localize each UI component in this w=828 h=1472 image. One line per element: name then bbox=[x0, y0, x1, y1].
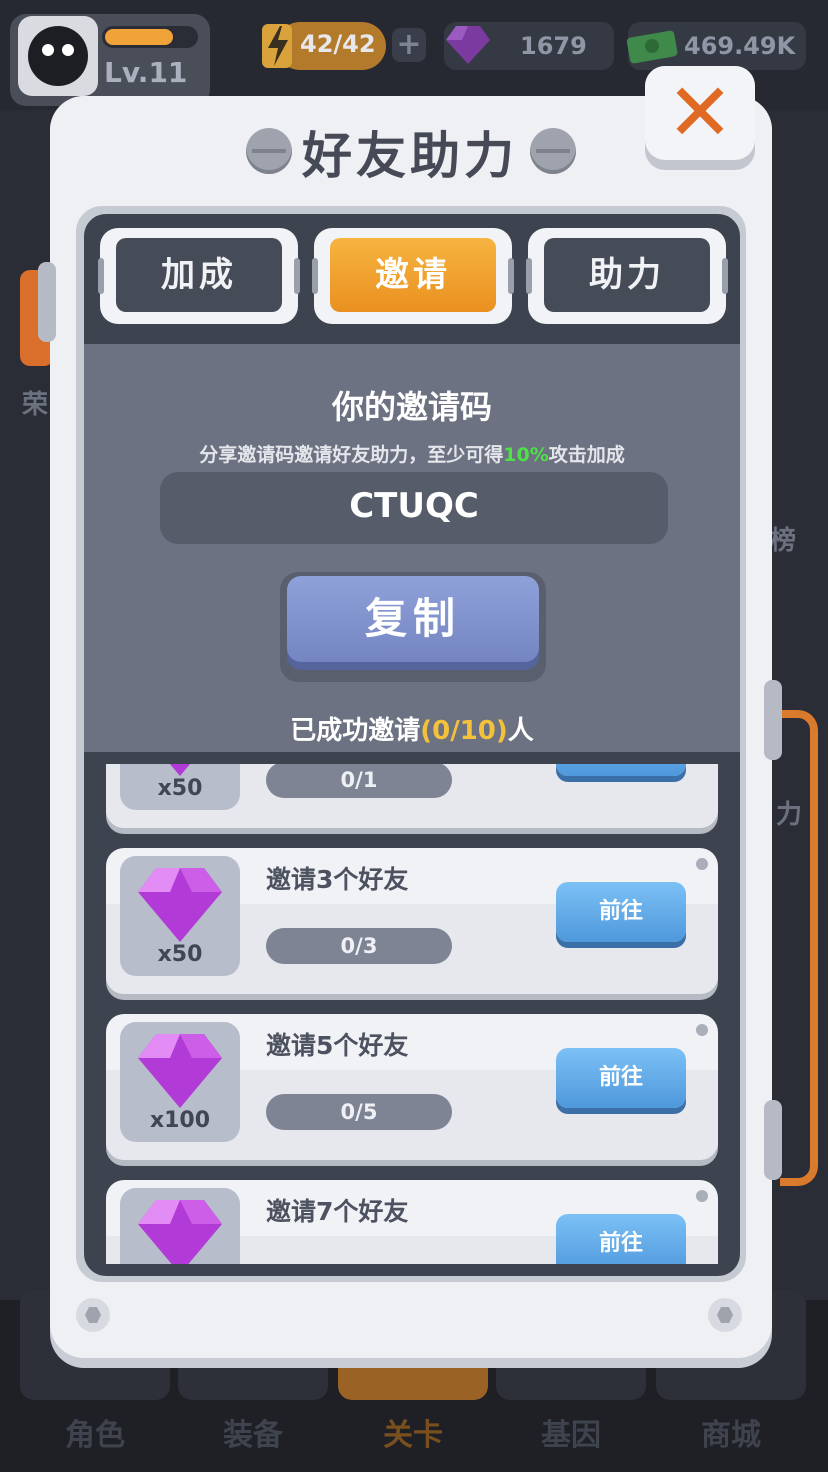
dialog-title: 好友助力 bbox=[302, 127, 518, 185]
task-progress: 0/1 bbox=[266, 764, 452, 798]
go-button[interactable]: 前往 bbox=[556, 1048, 686, 1108]
task-card: x100 邀请5个好友 0/5 前往 bbox=[106, 1014, 718, 1160]
energy-text: 42/42 bbox=[300, 30, 376, 58]
invited-count-value: (0/10) bbox=[420, 716, 508, 746]
nav-label-stage: 关卡 bbox=[383, 1418, 443, 1453]
invite-description: 分享邀请码邀请好友助力，至少可得10%攻击加成 bbox=[199, 444, 625, 466]
close-button[interactable]: ✕ bbox=[645, 66, 755, 170]
cash-icon bbox=[626, 30, 678, 64]
task-card: x50 邀请3个好友 0/3 前往 bbox=[106, 848, 718, 994]
footer-bolt-left bbox=[76, 1298, 110, 1332]
task-title: 邀请5个好友 bbox=[266, 1031, 409, 1060]
xp-bar-fill bbox=[105, 29, 173, 45]
dialog-clip-right-lower bbox=[764, 1100, 782, 1180]
dialog-clip-right bbox=[764, 680, 782, 760]
tab-invite[interactable]: 邀请 bbox=[312, 228, 514, 324]
add-energy-button[interactable]: + bbox=[392, 28, 426, 62]
nav-label-role: 角色 bbox=[65, 1418, 125, 1453]
cash-count: 469.49K bbox=[684, 32, 796, 60]
gem-icon bbox=[138, 868, 222, 942]
nav-label-equipment: 装备 bbox=[223, 1418, 283, 1453]
go-button[interactable]: 前往 bbox=[556, 1214, 686, 1264]
energy-icon bbox=[262, 24, 292, 68]
gem-icon bbox=[138, 1200, 222, 1264]
tab-bonus-label: 加成 bbox=[116, 238, 282, 312]
invited-count: 已成功邀请(0/10)人 bbox=[290, 716, 534, 746]
task-title: 邀请3个好友 bbox=[266, 865, 409, 894]
copy-button[interactable]: 复制 bbox=[287, 576, 539, 662]
dialog-clip-left bbox=[38, 262, 56, 342]
go-button[interactable] bbox=[556, 764, 686, 776]
nav-label-gene: 基因 bbox=[541, 1418, 601, 1453]
tab-assist-label: 助力 bbox=[544, 238, 710, 312]
avatar[interactable] bbox=[18, 16, 98, 96]
side-handle bbox=[780, 710, 818, 1186]
task-progress: 0/5 bbox=[266, 1094, 452, 1130]
task-card: x50 0/1 bbox=[106, 764, 718, 828]
level-label: Lv.11 bbox=[104, 56, 188, 89]
gem-icon bbox=[138, 1034, 222, 1108]
gem-count: 1679 bbox=[520, 32, 587, 60]
xp-bar bbox=[102, 26, 198, 48]
card-rivet bbox=[696, 1190, 708, 1202]
tab-assist[interactable]: 助力 bbox=[526, 228, 728, 324]
side-label-right-1: 榜 bbox=[770, 526, 797, 556]
task-progress: 0/3 bbox=[266, 928, 452, 964]
card-rivet bbox=[696, 858, 708, 870]
nav-label-shop: 商城 bbox=[701, 1418, 761, 1453]
reward-qty: x50 bbox=[157, 942, 203, 967]
tab-bonus[interactable]: 加成 bbox=[98, 228, 300, 324]
side-label-left: 荣 bbox=[22, 390, 49, 420]
close-icon: ✕ bbox=[666, 66, 734, 159]
invite-code: CTUQC bbox=[349, 486, 479, 526]
task-list[interactable]: x50 0/1 x50 邀请3个好友 0/3 前往 x100 邀请5个好友 0/… bbox=[84, 764, 740, 1264]
reward-qty: x100 bbox=[149, 1108, 211, 1133]
bonus-percent: 10% bbox=[503, 444, 549, 466]
reward-qty: x50 bbox=[157, 776, 203, 801]
task-title: 邀请7个好友 bbox=[266, 1197, 409, 1226]
gem-icon bbox=[446, 26, 490, 64]
task-card: 邀请7个好友 前往 bbox=[106, 1180, 718, 1264]
invite-code-title: 你的邀请码 bbox=[331, 388, 492, 426]
go-button[interactable]: 前往 bbox=[556, 882, 686, 942]
tab-invite-label: 邀请 bbox=[330, 238, 496, 312]
card-rivet bbox=[696, 1024, 708, 1036]
footer-bolt-right bbox=[708, 1298, 742, 1332]
